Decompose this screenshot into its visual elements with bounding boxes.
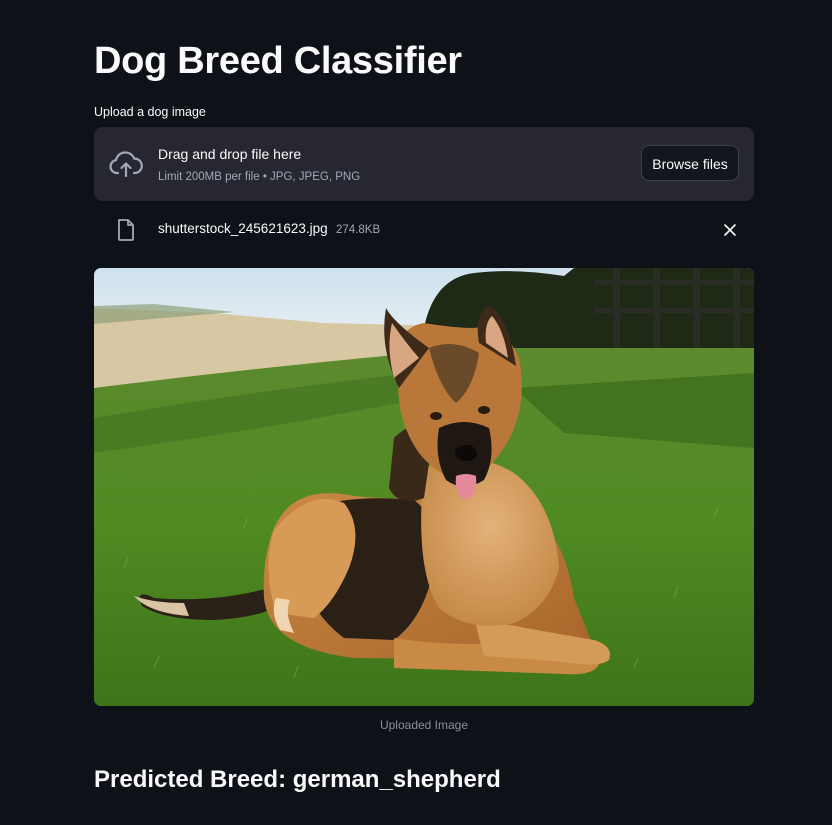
dropzone-title: Drag and drop file here	[158, 146, 302, 162]
uploaded-image	[94, 268, 754, 706]
uploaded-file-row: shutterstock_245621623.jpg 274.8KB	[94, 212, 754, 248]
cloud-upload-icon	[109, 151, 143, 178]
page-title: Dog Breed Classifier	[94, 40, 462, 82]
predicted-breed: Predicted Breed: german_shepherd	[94, 766, 501, 793]
browse-files-button[interactable]: Browse files	[641, 145, 739, 181]
image-caption: Uploaded Image	[379, 718, 469, 732]
dog-photo	[94, 268, 754, 706]
dropzone-limits: Limit 200MB per file • JPG, JPEG, PNG	[158, 171, 361, 183]
file-icon	[118, 219, 134, 241]
uploaded-file-size: 274.8KB	[336, 224, 381, 236]
upload-label: Upload a dog image	[94, 105, 206, 119]
close-icon[interactable]	[722, 222, 738, 238]
file-dropzone[interactable]: Drag and drop file here Limit 200MB per …	[94, 127, 754, 201]
uploaded-file-name: shutterstock_245621623.jpg	[158, 221, 328, 236]
